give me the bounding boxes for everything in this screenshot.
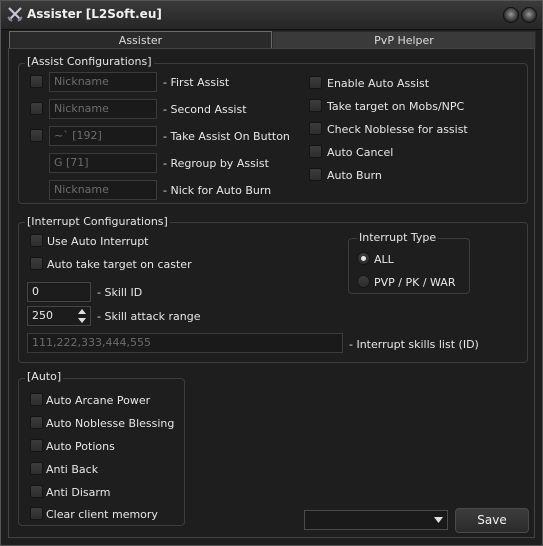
first-assist-checkbox[interactable] (30, 75, 43, 88)
first-assist-label: - First Assist (163, 76, 230, 89)
auto-take-target-label: Auto take target on caster (47, 258, 192, 271)
interrupt-type-pvp-label: PVP / PK / WAR (374, 276, 456, 289)
auto-arcane-power-checkbox[interactable] (30, 393, 43, 406)
skill-range-value: 250 (32, 309, 53, 322)
window-title: Assister [L2Soft.eu] (27, 7, 162, 21)
close-button[interactable] (521, 7, 537, 23)
minimize-button[interactable] (503, 7, 519, 23)
save-button[interactable]: Save (455, 508, 529, 533)
auto-potions-checkbox[interactable] (30, 439, 43, 452)
auto-burn-label: Auto Burn (327, 169, 382, 182)
enable-auto-assist-label: Enable Auto Assist (327, 77, 430, 90)
skills-list-label: - Interrupt skills list (ID) (349, 338, 479, 351)
title-bar[interactable]: Assister [L2Soft.eu] (1, 1, 542, 30)
auto-noblesse-label: Auto Noblesse Blessing (46, 417, 175, 430)
auto-cancel-checkbox[interactable] (309, 145, 322, 158)
crossed-swords-icon (7, 7, 23, 22)
interrupt-type-pvp-radio[interactable] (357, 275, 370, 288)
second-assist-input[interactable]: Nickname (49, 99, 157, 119)
assist-on-button-checkbox[interactable] (30, 129, 43, 142)
tab-bar: Assister PvP Helper (9, 31, 536, 49)
enable-auto-assist-checkbox[interactable] (309, 76, 322, 89)
auto-noblesse-checkbox[interactable] (30, 416, 43, 429)
interrupt-type-all-radio[interactable] (357, 252, 370, 265)
use-auto-interrupt-checkbox[interactable] (30, 234, 43, 247)
skill-id-label: - Skill ID (97, 286, 143, 299)
interrupt-config-title: [Interrupt Configurations] (25, 215, 170, 228)
interrupt-type-all-label: ALL (374, 253, 394, 266)
auto-arcane-power-label: Auto Arcane Power (46, 394, 151, 407)
anti-back-checkbox[interactable] (30, 462, 43, 475)
anti-disarm-checkbox[interactable] (30, 485, 43, 498)
auto-burn-nick-label: - Nick for Auto Burn (163, 184, 272, 197)
skills-list-input[interactable]: 111,222,333,444,555 (27, 333, 343, 353)
anti-disarm-label: Anti Disarm (46, 486, 111, 499)
check-noblesse-label: Check Noblesse for assist (327, 123, 468, 136)
skill-range-label: - Skill attack range (97, 310, 201, 323)
first-assist-input[interactable]: Nickname (49, 72, 157, 92)
skill-id-input[interactable]: 0 (27, 282, 91, 302)
anti-back-label: Anti Back (46, 463, 99, 476)
regroup-hotkey-input[interactable]: G [71] (49, 153, 157, 173)
auto-burn-nick-input[interactable]: Nickname (49, 180, 157, 200)
target-mobs-checkbox[interactable] (309, 99, 322, 112)
second-assist-label: - Second Assist (163, 103, 247, 116)
assist-config-title: [Assist Configurations] (25, 55, 154, 68)
auto-potions-label: Auto Potions (46, 440, 115, 453)
chevron-down-icon (434, 517, 443, 523)
interrupt-type-title: Interrupt Type (357, 231, 439, 244)
clear-memory-label: Clear client memory (46, 508, 158, 521)
use-auto-interrupt-label: Use Auto Interrupt (47, 235, 149, 248)
auto-take-target-checkbox[interactable] (30, 257, 43, 270)
spin-arrows-icon[interactable] (75, 307, 89, 325)
regroup-label: - Regroup by Assist (163, 157, 269, 170)
clear-memory-checkbox[interactable] (30, 507, 43, 520)
profile-dropdown[interactable] (304, 510, 448, 530)
target-mobs-label: Take target on Mobs/NPC (327, 100, 465, 113)
assist-hotkey-input[interactable]: ~` [192] (49, 126, 157, 146)
auto-burn-checkbox[interactable] (309, 168, 322, 181)
tab-assister[interactable]: Assister (9, 31, 272, 49)
tab-pvp-helper[interactable]: PvP Helper (272, 31, 536, 49)
auto-cancel-label: Auto Cancel (327, 146, 394, 159)
auto-title: [Auto] (25, 370, 64, 383)
check-noblesse-checkbox[interactable] (309, 122, 322, 135)
second-assist-checkbox[interactable] (30, 102, 43, 115)
assist-on-button-label: - Take Assist On Button (163, 130, 290, 143)
